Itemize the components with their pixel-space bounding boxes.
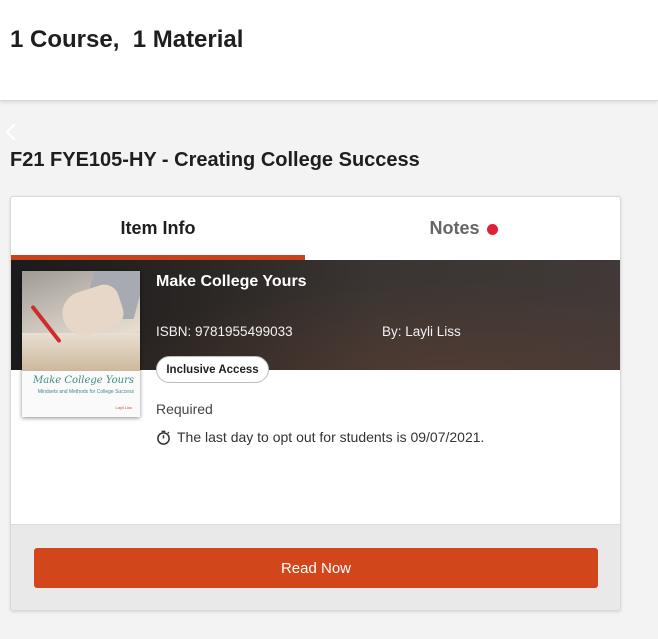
opt-out-notice: The last day to opt out for students is …	[156, 429, 484, 445]
item-isbn: ISBN: 9781955499033	[156, 324, 293, 339]
cover-subtitle: Mindsets and Methods for College Success	[37, 389, 134, 395]
tab-bar: Item Info Notes	[11, 197, 620, 260]
tab-item-info[interactable]: Item Info	[11, 197, 305, 260]
cover-paper	[22, 333, 140, 371]
card-footer: Read Now	[11, 524, 620, 610]
item-author: By: Layli Liss	[382, 324, 461, 339]
item-title: Make College Yours	[156, 273, 307, 290]
chevron-left-icon[interactable]	[4, 122, 18, 142]
requirement-status: Required	[156, 401, 213, 417]
timer-icon	[157, 430, 170, 445]
tab-notes-label: Notes	[429, 218, 480, 238]
material-card: Item Info Notes Make College Yours Minds…	[10, 196, 621, 611]
opt-out-text: The last day to opt out for students is …	[177, 429, 485, 445]
cover-title: Make College Yours	[33, 375, 134, 386]
tab-item-info-label: Item Info	[120, 218, 196, 238]
cover-author: Layli Liss	[115, 405, 132, 410]
tab-notes[interactable]: Notes	[305, 197, 620, 260]
inclusive-access-badge: Inclusive Access	[156, 356, 269, 383]
notification-dot-icon	[486, 223, 498, 235]
book-cover-image: Make College Yours Mindsets and Methods …	[22, 271, 140, 417]
materials-summary: 1 Course, 1 Material	[10, 26, 244, 53]
read-now-button[interactable]: Read Now	[34, 548, 598, 588]
course-title: F21 FYE105-HY - Creating College Success	[10, 149, 420, 171]
top-header: 1 Course, 1 Material	[0, 0, 658, 101]
